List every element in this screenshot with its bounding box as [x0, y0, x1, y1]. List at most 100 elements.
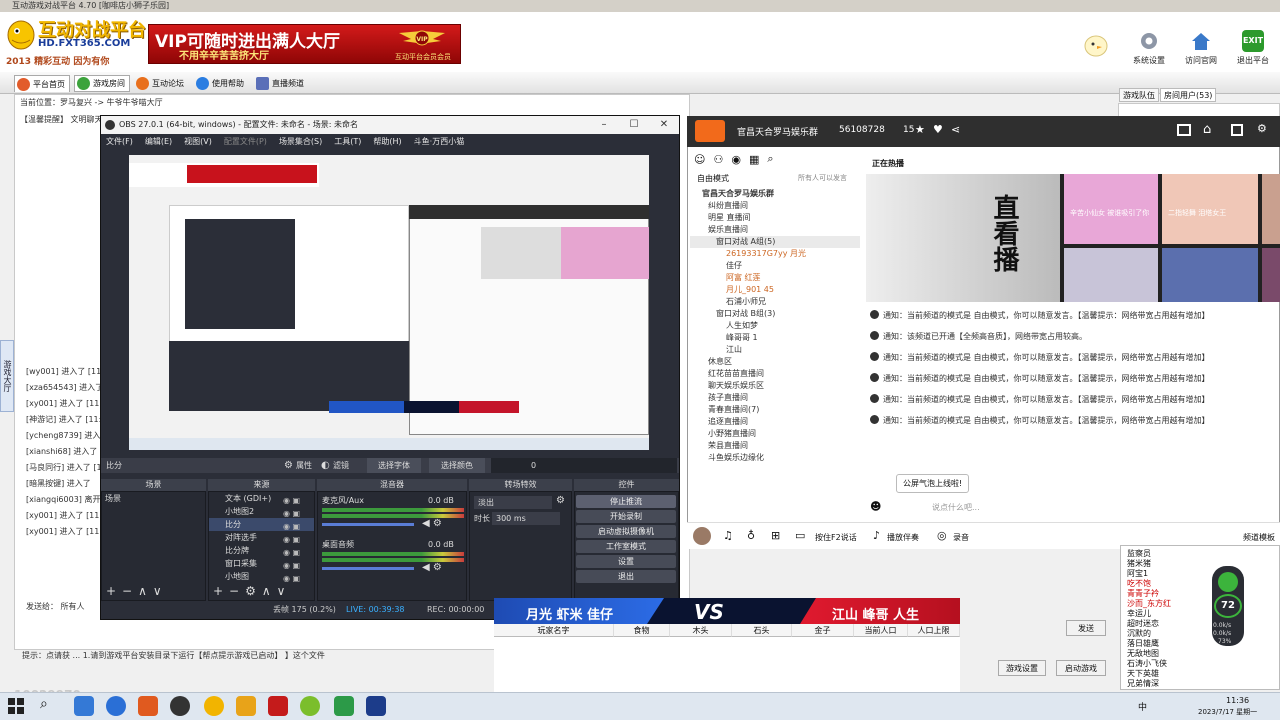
- speaker-icon[interactable]: ◀ ⚙: [422, 562, 442, 573]
- tab-room-users[interactable]: 房间用户(53): [1160, 88, 1217, 102]
- scene-item[interactable]: 场景: [102, 492, 205, 505]
- grid-icon[interactable]: ▦: [749, 153, 759, 166]
- speaker-icon[interactable]: ◀ ⚙: [422, 518, 442, 529]
- menu-help[interactable]: 帮助(H): [373, 134, 401, 150]
- start-game-button[interactable]: 启动游戏: [1056, 660, 1106, 676]
- platform-logo[interactable]: 互动对战平台 HD.FXT365.COM 2013 精彩互动 因为有你: [4, 14, 146, 68]
- tree-item[interactable]: 休息区: [690, 356, 860, 368]
- accompaniment-label[interactable]: 播放伴奏: [887, 532, 919, 543]
- music-icon[interactable]: ♪: [873, 529, 880, 542]
- tree-item[interactable]: 纠纷直播间: [690, 200, 860, 212]
- mic-icon[interactable]: ♁: [747, 529, 755, 542]
- app-icon[interactable]: [300, 696, 320, 716]
- scene-controls[interactable]: +−∧∨: [106, 584, 168, 598]
- edge-icon[interactable]: [106, 696, 126, 716]
- windows-start-icon[interactable]: [6, 696, 26, 716]
- record-label[interactable]: 录音: [953, 532, 969, 543]
- tree-item[interactable]: 青春直播间(7): [690, 404, 860, 416]
- filters-button[interactable]: 滤镜: [333, 458, 349, 473]
- tree-item[interactable]: 官昌天合罗马娱乐群: [690, 188, 860, 200]
- tree-user[interactable]: 26193317G7yy 月光: [690, 248, 860, 260]
- app-icon[interactable]: [236, 696, 256, 716]
- tree-item[interactable]: 追逐直播间: [690, 416, 860, 428]
- volume-slider[interactable]: [322, 523, 414, 526]
- close-icon[interactable]: ✕: [649, 116, 679, 134]
- tree-item[interactable]: 窗口对战 A组(5): [690, 236, 860, 248]
- transition-select[interactable]: 淡出: [474, 496, 552, 509]
- yy-channel-logo[interactable]: [695, 120, 725, 142]
- tree-user[interactable]: 江山: [690, 344, 860, 356]
- favorite-star-icon[interactable]: ★: [915, 123, 925, 136]
- duration-input[interactable]: 300 ms: [492, 512, 560, 525]
- vertical-tab-game-hall[interactable]: 游戏大厅: [0, 340, 14, 412]
- select-font-button[interactable]: 选择字体: [367, 458, 421, 473]
- text-value-input[interactable]: 0: [491, 458, 677, 473]
- speaker-icon[interactable]: ♫: [723, 529, 733, 542]
- game-settings-button[interactable]: 游戏设置: [998, 660, 1046, 676]
- tree-item[interactable]: 孩子直播间: [690, 392, 860, 404]
- search-icon[interactable]: ⌕: [40, 696, 48, 712]
- search-icon[interactable]: ⌕: [767, 152, 773, 166]
- push-to-talk-label[interactable]: 按住F2说话: [815, 532, 857, 543]
- menu-view[interactable]: 视图(V): [184, 134, 212, 150]
- nav-home[interactable]: 平台首页: [14, 75, 70, 92]
- chat-icon[interactable]: ▭: [795, 529, 805, 542]
- exit-platform-button[interactable]: EXIT 退出平台: [1230, 30, 1276, 70]
- obs-icon[interactable]: [170, 696, 190, 716]
- app-icon[interactable]: [334, 696, 354, 716]
- exit-button[interactable]: 退出: [576, 570, 676, 583]
- filter-icon[interactable]: ◐: [321, 458, 330, 473]
- nav-game-room[interactable]: 游戏房间: [74, 75, 130, 92]
- tree-item[interactable]: 小野猪直播间: [690, 428, 860, 440]
- screen-mode-icon[interactable]: [1177, 124, 1191, 136]
- tab-game-team[interactable]: 游戏队伍: [1119, 88, 1159, 102]
- ime-lang[interactable]: 中: [1138, 700, 1147, 713]
- vip-ad-banner[interactable]: VIP可随时进出满人大厅 不用辛辛苦苦挤大厅 VIP 互动平台会员会员: [148, 24, 461, 64]
- studio-mode-button[interactable]: 工作室模式: [576, 540, 676, 553]
- user-list-item[interactable]: 兄弟情深: [1127, 678, 1159, 689]
- home-icon[interactable]: ⌂: [1203, 122, 1211, 137]
- tree-item[interactable]: 荣县直播间: [690, 440, 860, 452]
- hot-thumb[interactable]: [1262, 174, 1280, 244]
- visibility-lock-icons[interactable]: ◉ ▣ ◉ ▣ ◉ ▣ ◉ ▣ ◉ ▣ ◉ ▣ ◉ ▣: [283, 494, 300, 585]
- stop-stream-button[interactable]: 停止推流: [576, 495, 676, 508]
- yy-mode[interactable]: 自由模式: [697, 173, 729, 184]
- channel-template-label[interactable]: 频道模板: [1243, 532, 1275, 543]
- system-settings-button[interactable]: 系统设置: [1126, 30, 1172, 70]
- nav-forum[interactable]: 互动论坛: [134, 75, 188, 92]
- start-recording-button[interactable]: 开始录制: [576, 510, 676, 523]
- app-icon[interactable]: [138, 696, 158, 716]
- group-icon[interactable]: ⚇: [713, 153, 723, 166]
- tree-user[interactable]: 人生如梦: [690, 320, 860, 332]
- send-to-label[interactable]: 发送给： 所有人: [26, 601, 85, 612]
- visit-website-button[interactable]: 访问官网: [1178, 30, 1224, 70]
- menu-profile[interactable]: 配置文件(P): [224, 134, 267, 150]
- tree-item[interactable]: 聊天娱乐娱乐区: [690, 380, 860, 392]
- share-icon[interactable]: ⋖: [951, 123, 960, 136]
- tree-user[interactable]: 石浦小师兄: [690, 296, 860, 308]
- avatar[interactable]: [693, 527, 711, 545]
- mixer-icon[interactable]: ⊞: [771, 529, 780, 542]
- app-icon[interactable]: [366, 696, 386, 716]
- file-manager-icon[interactable]: [74, 696, 94, 716]
- tree-item[interactable]: 窗口对战 B组(3): [690, 308, 860, 320]
- layout-icon[interactable]: [1231, 124, 1243, 136]
- app-icon[interactable]: [268, 696, 288, 716]
- volume-slider[interactable]: [322, 567, 414, 570]
- menu-scene-collection[interactable]: 场景集合(S): [279, 134, 322, 150]
- select-color-button[interactable]: 选择颜色: [429, 458, 485, 473]
- tree-item[interactable]: 红花苗苗直播间: [690, 368, 860, 380]
- start-virtual-camera-button[interactable]: 启动虚拟摄像机: [576, 525, 676, 538]
- tree-item[interactable]: 明星 直播间: [690, 212, 860, 224]
- hot-thumb[interactable]: [1262, 248, 1280, 302]
- bubble-tooltip[interactable]: 公屏气泡上线啦!: [896, 474, 970, 493]
- settings-icon[interactable]: ⚙: [1257, 122, 1267, 135]
- location-icon[interactable]: ◉: [731, 153, 741, 166]
- heart-icon[interactable]: ♥: [933, 123, 943, 136]
- maximize-icon[interactable]: ☐: [619, 116, 649, 134]
- tree-user[interactable]: 阿富 红莲: [690, 272, 860, 284]
- nav-help[interactable]: 使用帮助: [194, 75, 248, 92]
- hot-thumb[interactable]: 二指轻舞 泪塔女王: [1162, 174, 1258, 244]
- hot-thumb-main[interactable]: 直看播: [866, 174, 1060, 302]
- gear-icon[interactable]: ⚙: [556, 495, 565, 506]
